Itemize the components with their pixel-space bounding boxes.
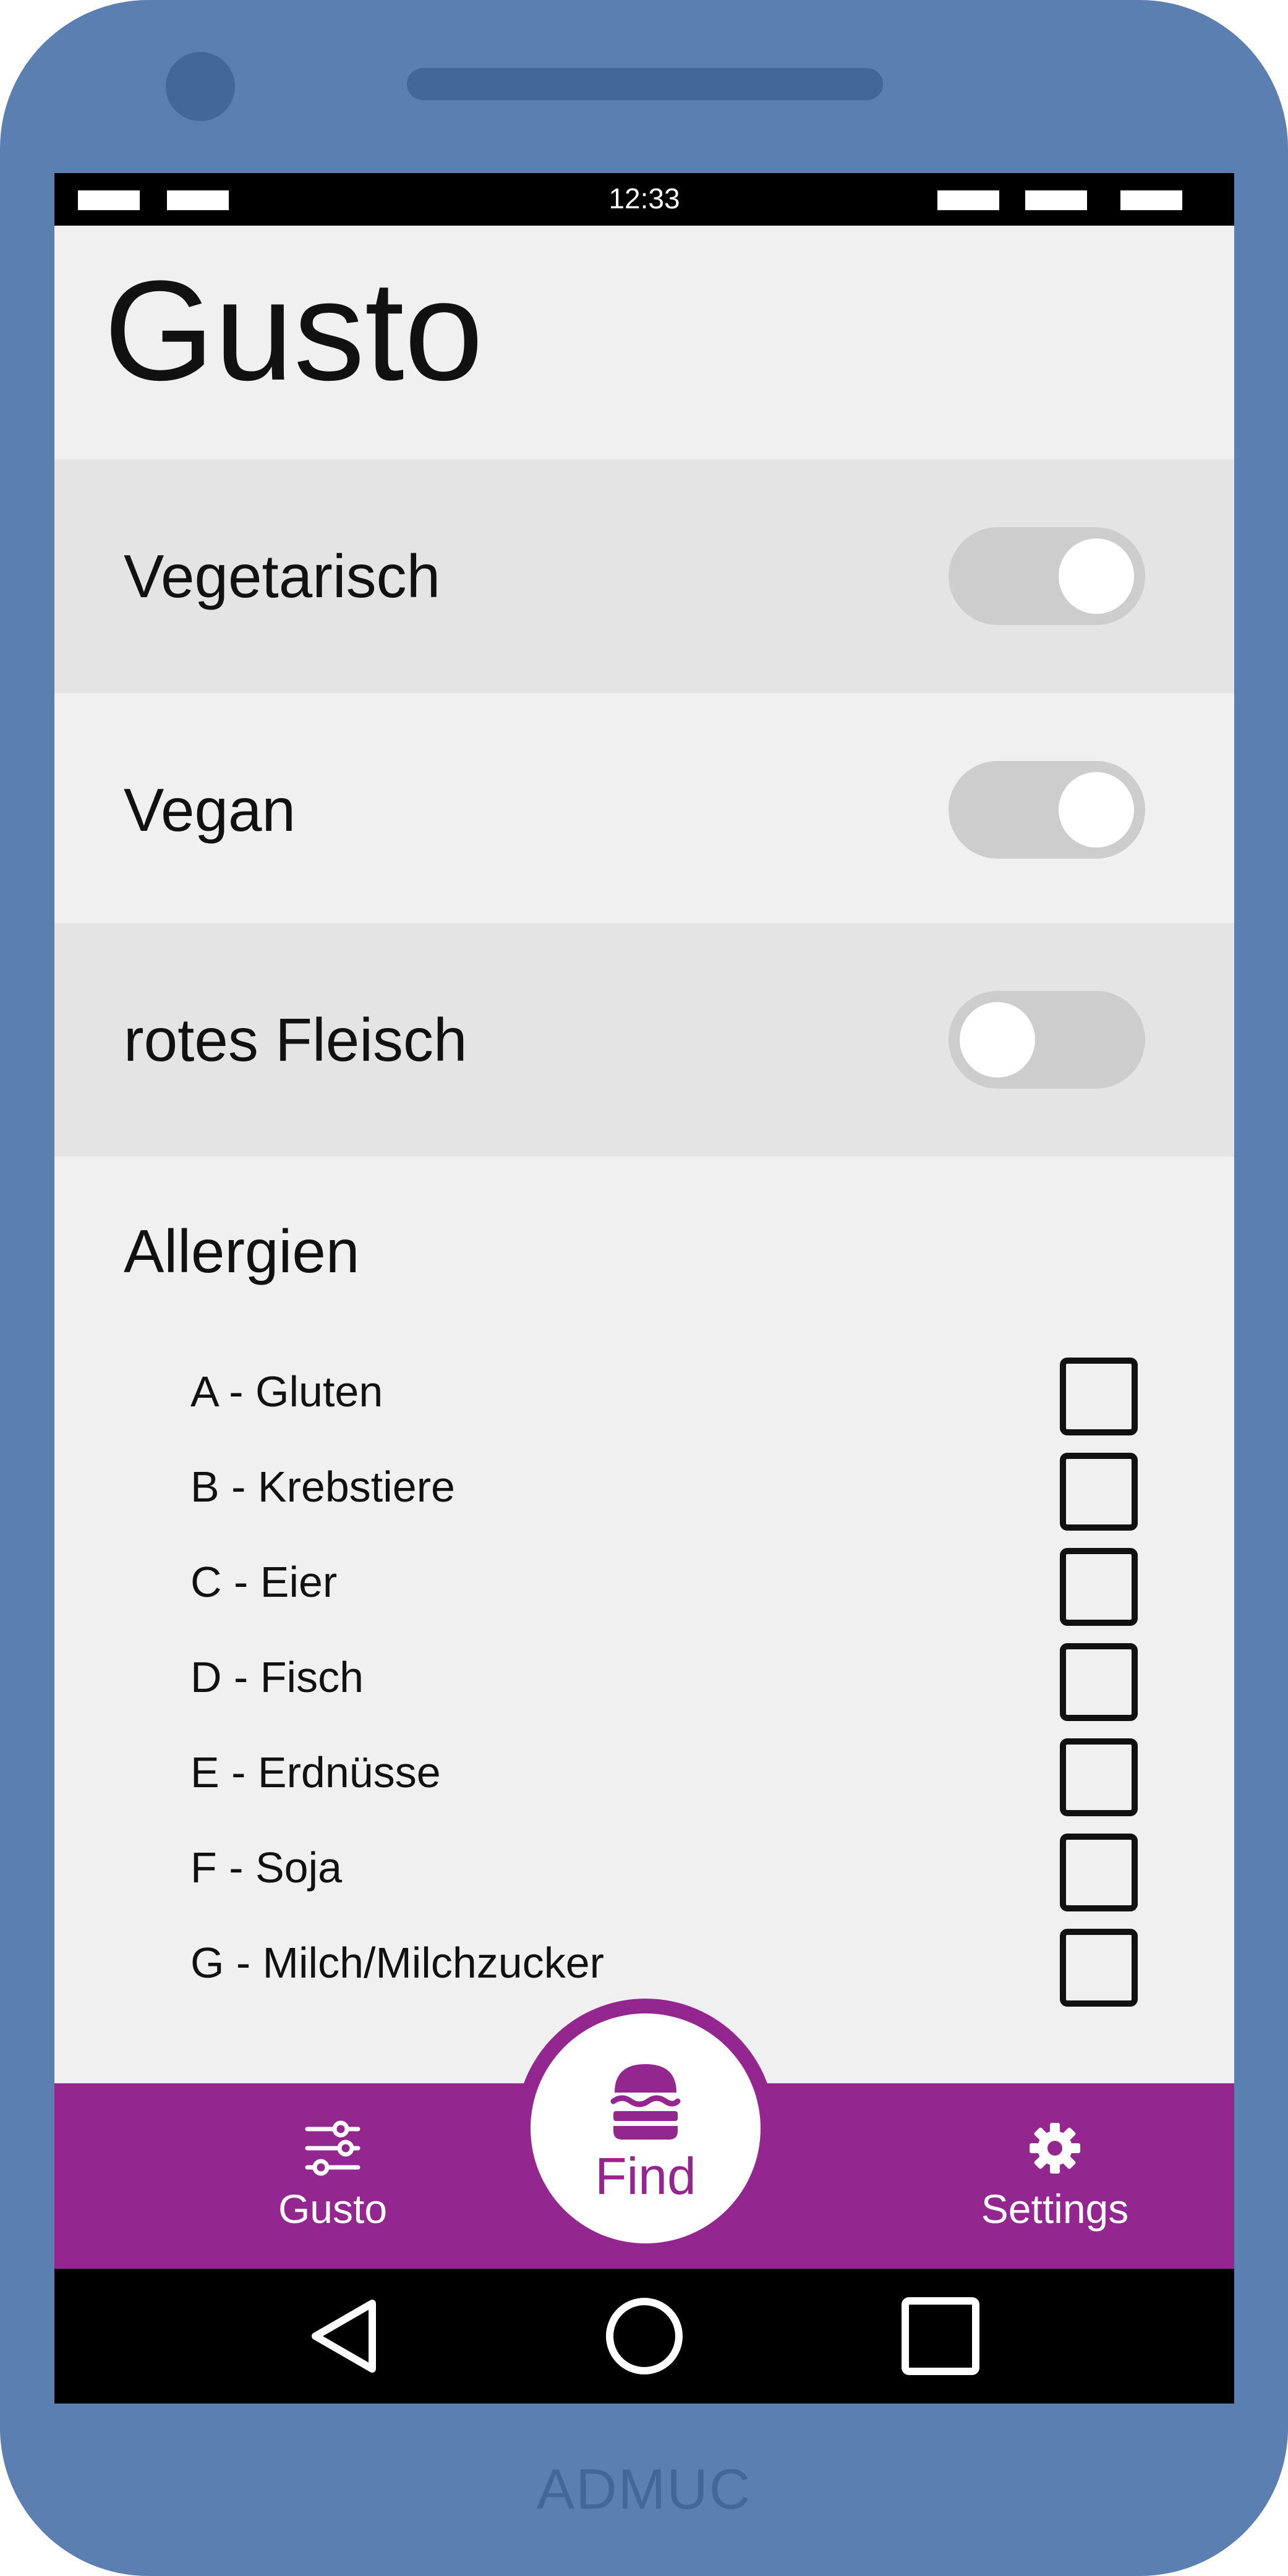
rotes-fleisch-toggle[interactable] xyxy=(949,991,1145,1089)
vegetarisch-toggle[interactable] xyxy=(949,527,1145,625)
toggle-knob xyxy=(1059,538,1134,614)
pref-label: Vegan xyxy=(124,776,296,844)
recents-square-icon[interactable] xyxy=(900,2296,981,2379)
screen: 12:33 Gusto Vegetarisch Vegan rotes Flei… xyxy=(54,173,1234,2404)
status-bar: 12:33 xyxy=(54,173,1234,226)
pref-label: Vegetarisch xyxy=(124,542,441,610)
back-triangle-icon[interactable] xyxy=(303,2296,383,2379)
app-title: Gusto xyxy=(104,251,484,410)
home-circle-icon[interactable] xyxy=(604,2296,685,2379)
gear-icon xyxy=(900,2120,1209,2179)
status-network-icon xyxy=(1025,190,1087,210)
sliders-icon xyxy=(178,2120,487,2179)
allergy-checkbox-fisch[interactable] xyxy=(1060,1643,1138,1721)
pref-row-vegan: Vegan xyxy=(54,693,1234,927)
allergy-item: F - Soja xyxy=(54,1834,1234,1929)
allergies-heading: Allergien xyxy=(124,1217,360,1285)
status-battery-icon xyxy=(1120,190,1182,210)
allergy-checkbox-eier[interactable] xyxy=(1060,1548,1138,1626)
allergy-checkbox-erdnuesse[interactable] xyxy=(1060,1738,1138,1816)
nav-settings-button[interactable]: Settings xyxy=(900,2083,1209,2269)
toggle-knob xyxy=(1059,772,1134,848)
allergy-item: B - Krebstiere xyxy=(54,1453,1234,1548)
earpiece-speaker xyxy=(407,68,883,100)
front-camera xyxy=(166,52,235,121)
device-brand-logo: ADMUC xyxy=(536,2458,752,2521)
allergy-checkbox-soja[interactable] xyxy=(1060,1834,1138,1911)
burger-icon xyxy=(531,2062,761,2145)
allergy-checkbox-gluten[interactable] xyxy=(1060,1358,1138,1435)
allergy-label: B - Krebstiere xyxy=(190,1463,455,1511)
system-nav-bar xyxy=(54,2269,1234,2404)
allergy-item: E - Erdnüsse xyxy=(54,1738,1234,1834)
allergy-label: F - Soja xyxy=(190,1843,343,1892)
toggle-knob xyxy=(960,1002,1035,1078)
phone-frame: 12:33 Gusto Vegetarisch Vegan rotes Flei… xyxy=(0,0,1288,2576)
allergy-checkbox-krebstiere[interactable] xyxy=(1060,1453,1138,1531)
allergy-label: A - Gluten xyxy=(190,1367,383,1416)
nav-gusto-button[interactable]: Gusto xyxy=(178,2083,487,2269)
nav-settings-label: Settings xyxy=(981,2186,1129,2232)
allergy-item: C - Eier xyxy=(54,1548,1234,1643)
pref-label: rotes Fleisch xyxy=(124,1006,467,1074)
allergy-label: G - Milch/Milchzucker xyxy=(190,1939,604,1987)
status-notification-icon xyxy=(937,190,999,210)
nav-gusto-label: Gusto xyxy=(278,2186,388,2232)
pref-row-rotes-fleisch: rotes Fleisch xyxy=(54,923,1234,1157)
allergy-item: A - Gluten xyxy=(54,1358,1234,1453)
find-button[interactable]: Find xyxy=(531,2013,761,2243)
pref-row-vegetarisch: Vegetarisch xyxy=(54,459,1234,693)
find-label: Find xyxy=(595,2147,696,2205)
allergy-label: D - Fisch xyxy=(190,1653,364,1701)
allergy-label: C - Eier xyxy=(190,1558,338,1606)
allergy-checkbox-milch[interactable] xyxy=(1060,1929,1138,2007)
allergy-item: D - Fisch xyxy=(54,1643,1234,1738)
allergy-label: E - Erdnüsse xyxy=(190,1748,441,1796)
vegan-toggle[interactable] xyxy=(949,761,1145,859)
